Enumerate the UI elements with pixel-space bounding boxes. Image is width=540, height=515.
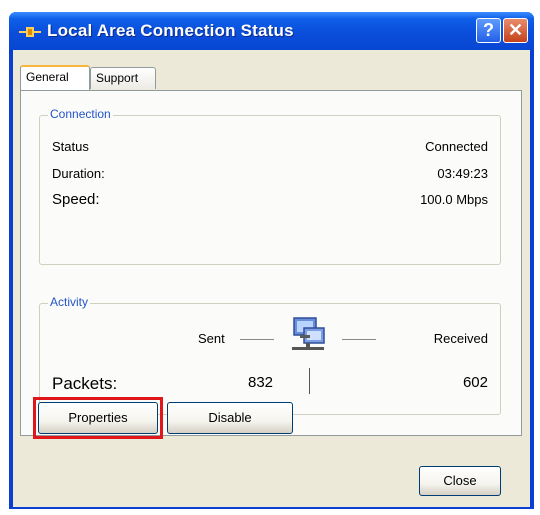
dialog-client-area: General Support Connection Status Connec… xyxy=(13,50,530,507)
packets-sent-value: 832 xyxy=(248,374,274,391)
status-value: Connected xyxy=(425,139,488,154)
status-label: Status xyxy=(52,139,89,154)
duration-value: 03:49:23 xyxy=(437,166,488,181)
packets-label: Packets: xyxy=(52,374,118,393)
network-connection-icon xyxy=(19,27,41,37)
close-button[interactable]: Close xyxy=(419,466,501,496)
properties-button[interactable]: Properties xyxy=(38,402,158,434)
network-activity-icon xyxy=(292,317,325,350)
activity-legend: Activity xyxy=(48,295,91,309)
packets-received-value: 602 xyxy=(462,374,488,391)
window-title: Local Area Connection Status xyxy=(47,21,294,40)
connection-legend: Connection xyxy=(48,107,113,121)
sent-label: Sent xyxy=(198,331,225,346)
general-tab-panel: Connection Status Connected Duration: 03… xyxy=(20,90,522,436)
close-window-button[interactable]: ✕ xyxy=(503,18,528,43)
connection-groupbox: Connection Status Connected Duration: 03… xyxy=(39,107,501,265)
tab-general[interactable]: General xyxy=(20,65,90,90)
received-label: Received xyxy=(433,331,488,346)
duration-label: Duration: xyxy=(52,166,105,181)
tab-support[interactable]: Support xyxy=(90,67,156,89)
received-line xyxy=(342,339,376,340)
title-bar[interactable]: Local Area Connection Status ? ✕ xyxy=(9,12,534,50)
speed-value: 100.0 Mbps xyxy=(420,192,488,207)
disable-button[interactable]: Disable xyxy=(167,402,293,434)
packets-divider xyxy=(309,368,310,394)
speed-label: Speed: xyxy=(52,191,100,208)
sent-line xyxy=(240,339,274,340)
status-dialog: Local Area Connection Status ? ✕ General… xyxy=(9,12,534,509)
help-button[interactable]: ? xyxy=(476,18,501,43)
